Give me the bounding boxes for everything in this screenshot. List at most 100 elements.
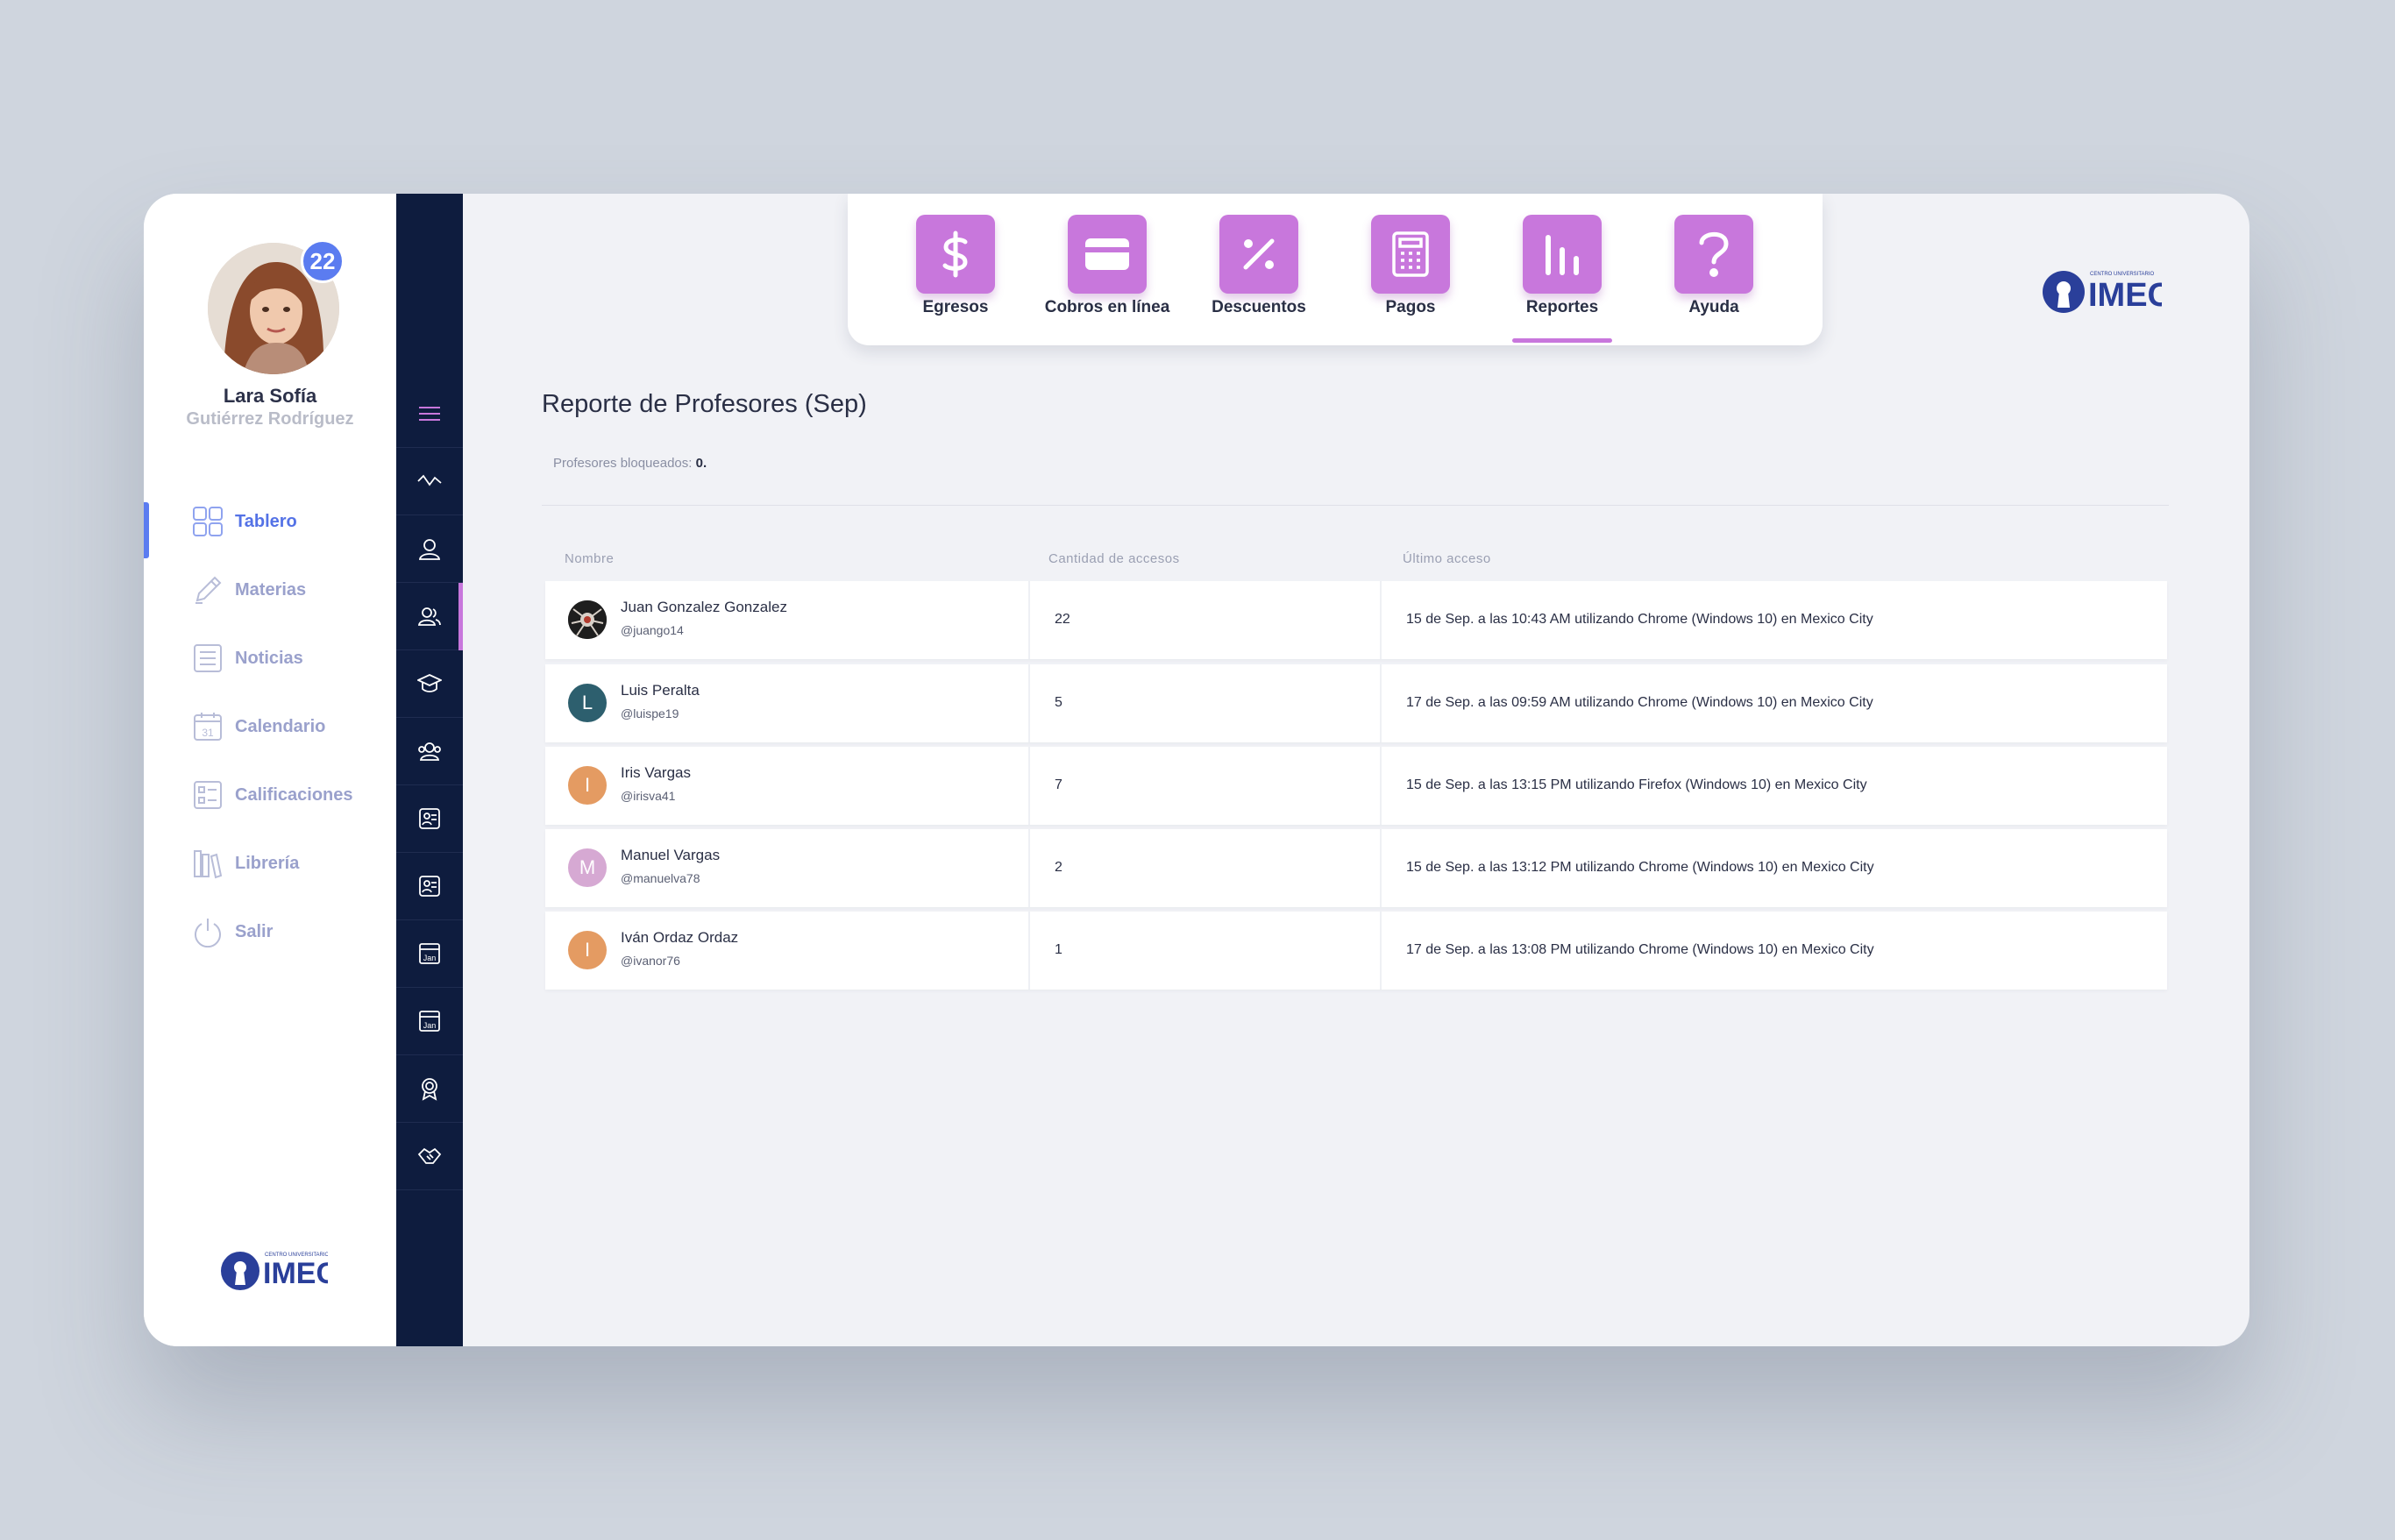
tool-reportes[interactable]: Reportes: [1492, 215, 1632, 345]
tool-pagos[interactable]: Pagos: [1340, 215, 1481, 345]
nav-item-calendario[interactable]: 31 Calendario: [144, 692, 396, 761]
access-count: 2: [1055, 860, 1062, 875]
teacher-name[interactable]: Manuel Vargas: [621, 847, 720, 864]
strip-award-button[interactable]: [396, 1055, 463, 1123]
user-avatar-wrap[interactable]: 22: [208, 239, 345, 374]
blocked-value: 0.: [695, 456, 707, 471]
cell-divider: [1380, 581, 1382, 659]
last-access: 15 de Sep. a las 13:12 PM utilizando Chr…: [1406, 860, 1874, 875]
calendar-icon-day: 31: [202, 727, 214, 739]
id-card-icon: [419, 876, 440, 897]
last-access: 15 de Sep. a las 10:43 AM utilizando Chr…: [1406, 612, 1873, 627]
strip-group-button[interactable]: [396, 718, 463, 785]
tool-label: Egresos: [922, 298, 989, 316]
cell-divider: [1028, 664, 1030, 742]
question-icon: [1674, 215, 1753, 294]
nav-label: Noticias: [235, 648, 303, 668]
blocked-count: Profesores bloqueados: 0.: [553, 456, 707, 471]
bar-chart-icon: [1523, 215, 1602, 294]
teacher-name[interactable]: Iris Vargas: [621, 764, 691, 782]
imec-logo-icon: IMEC CENTRO UNIVERSITARIO: [221, 1252, 338, 1290]
avatar: I: [568, 766, 607, 805]
nav-item-noticias[interactable]: Noticias: [144, 624, 396, 692]
table-row[interactable]: Juan Gonzalez Gonzalez @juango14 22 15 d…: [545, 581, 2167, 659]
nav-item-tablero[interactable]: Tablero: [144, 487, 396, 558]
users-icon: [417, 607, 441, 626]
nav-item-materias[interactable]: Materias: [144, 556, 396, 624]
activity-icon: [417, 474, 442, 486]
tool-descuentos[interactable]: Descuentos: [1189, 215, 1329, 345]
access-count: 22: [1055, 612, 1070, 627]
strip-idcard-button[interactable]: [396, 785, 463, 853]
tool-egresos[interactable]: Egresos: [885, 215, 1026, 345]
tool-cobros[interactable]: Cobros en línea: [1037, 215, 1177, 345]
teacher-name[interactable]: Luis Peralta: [621, 682, 700, 699]
tool-label: Ayuda: [1688, 298, 1739, 316]
app-window: 22 Lara Sofía Gutiérrez Rodríguez Tabler…: [144, 194, 2249, 1346]
teacher-handle: @juango14: [621, 623, 684, 637]
icon-strip: Jan Jan: [396, 194, 463, 1346]
nav-item-libreria[interactable]: Librería: [144, 829, 396, 898]
avatar: I: [568, 931, 607, 969]
tool-label: Pagos: [1385, 298, 1436, 316]
nav-item-calificaciones[interactable]: Calificaciones: [144, 761, 396, 829]
handshake-icon: [417, 1147, 442, 1164]
column-header-accesos[interactable]: Cantidad de accesos: [1048, 551, 1180, 566]
table-row[interactable]: I Iris Vargas @irisva41 7 15 de Sep. a l…: [545, 747, 2167, 825]
cell-divider: [1028, 581, 1030, 659]
table-row[interactable]: M Manuel Vargas @manuelva78 2 15 de Sep.…: [545, 829, 2167, 907]
last-access: 17 de Sep. a las 13:08 PM utilizando Chr…: [1406, 942, 1874, 957]
imec-logo-icon: IMEC CENTRO UNIVERSITARIO: [2043, 271, 2171, 314]
column-header-nombre[interactable]: Nombre: [565, 551, 614, 566]
cell-divider: [1380, 829, 1382, 907]
cell-divider: [1028, 747, 1030, 825]
strip-users-button[interactable]: [396, 583, 463, 650]
menu-icon: [419, 407, 440, 421]
strip-activity-button[interactable]: [396, 448, 463, 515]
teacher-name[interactable]: Juan Gonzalez Gonzalez: [621, 599, 787, 616]
teacher-handle: @irisva41: [621, 789, 676, 803]
calendar-icon: 31: [191, 710, 224, 743]
strip-calendar-button-2[interactable]: Jan: [396, 988, 463, 1055]
tool-label: Reportes: [1525, 298, 1599, 316]
teacher-name[interactable]: Iván Ordaz Ordaz: [621, 929, 738, 947]
grid-icon: [191, 505, 224, 538]
strip-menu-button[interactable]: [396, 380, 463, 448]
table-row[interactable]: I Iván Ordaz Ordaz @ivanor76 1 17 de Sep…: [545, 912, 2167, 990]
nav-label: Calendario: [235, 716, 326, 736]
logo-tagline: CENTRO UNIVERSITARIO: [2090, 272, 2155, 277]
page-title: Reporte de Profesores (Sep): [542, 390, 867, 418]
access-count: 7: [1055, 777, 1062, 792]
teacher-handle: @ivanor76: [621, 954, 680, 968]
access-count: 5: [1055, 695, 1062, 710]
column-header-ultimo[interactable]: Último acceso: [1403, 551, 1491, 566]
main-nav: Tablero Materias Noticias 31 Calendario: [144, 487, 396, 966]
cell-divider: [1028, 829, 1030, 907]
nav-label: Materias: [235, 579, 307, 600]
calendar-jan-text: Jan: [423, 954, 437, 962]
avatar: [568, 600, 607, 639]
id-card-icon: [419, 808, 440, 829]
access-count: 1: [1055, 942, 1062, 957]
strip-idcard-button-2[interactable]: [396, 853, 463, 920]
teacher-handle: @luispe19: [621, 706, 679, 720]
table-row[interactable]: L Luis Peralta @luispe19 5 17 de Sep. a …: [545, 664, 2167, 742]
strip-user-button[interactable]: [396, 515, 463, 583]
module-toolbar: Egresos Cobros en línea Descuentos Pagos…: [848, 194, 1823, 345]
nav-item-salir[interactable]: Salir: [144, 898, 396, 966]
user-icon: [418, 539, 441, 560]
strip-graduation-button[interactable]: [396, 650, 463, 718]
percent-icon: [1219, 215, 1298, 294]
strip-calendar-button[interactable]: Jan: [396, 920, 463, 988]
tool-ayuda[interactable]: Ayuda: [1644, 215, 1784, 345]
cell-divider: [1380, 664, 1382, 742]
calendar-jan-icon: Jan: [419, 1011, 440, 1032]
strip-handshake-button[interactable]: [396, 1123, 463, 1190]
blocked-label: Profesores bloqueados:: [553, 456, 696, 471]
avatar: L: [568, 684, 607, 722]
imec-logo: IMEC CENTRO UNIVERSITARIO: [219, 1246, 338, 1298]
last-access: 17 de Sep. a las 09:59 AM utilizando Chr…: [1406, 695, 1873, 710]
tool-label: Descuentos: [1212, 298, 1306, 316]
graduation-cap-icon: [417, 674, 442, 692]
notification-badge[interactable]: 22: [301, 239, 345, 283]
